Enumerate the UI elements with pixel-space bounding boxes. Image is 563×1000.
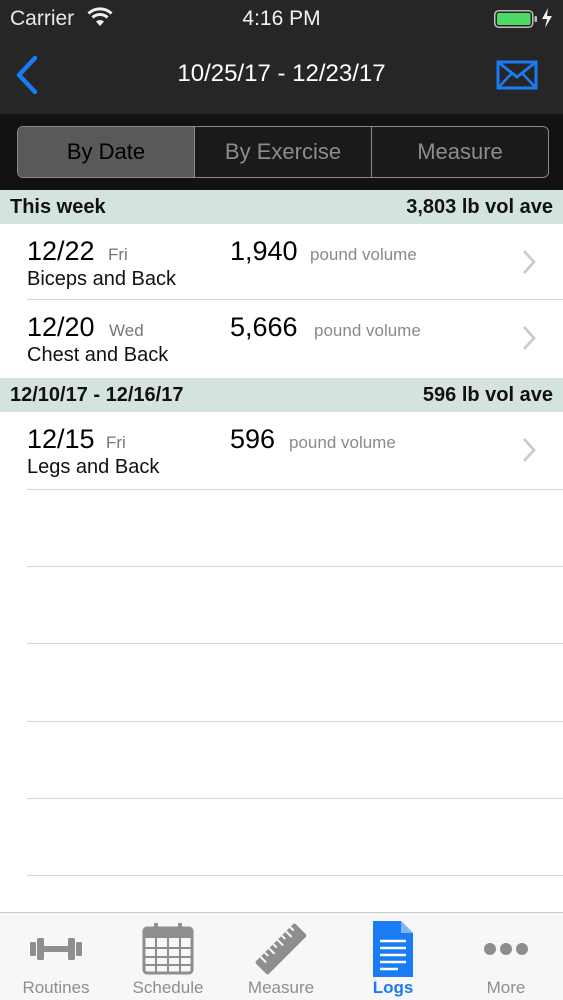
row-workout: Chest and Back: [27, 344, 169, 366]
more-icon: [484, 943, 528, 955]
log-row[interactable]: 12/15 Fri Legs and Back 596 pound volume: [0, 412, 563, 490]
tab-schedule[interactable]: Schedule: [112, 913, 224, 1000]
row-volume: 5,666: [230, 312, 298, 342]
envelope-icon[interactable]: [496, 60, 538, 90]
section-summary: 3,803 lb vol ave: [406, 196, 553, 218]
tab-label: Routines: [22, 978, 90, 997]
tab-label: More: [486, 978, 526, 997]
log-row[interactable]: 12/22 Fri Biceps and Back 1,940 pound vo…: [0, 224, 563, 302]
chevron-right-icon: [523, 326, 536, 350]
chevron-right-icon: [523, 250, 536, 274]
log-row[interactable]: 12/20 Wed Chest and Back 5,666 pound vol…: [0, 300, 563, 378]
row-divider: [27, 798, 563, 799]
section-title: This week: [10, 196, 106, 218]
row-divider: [27, 721, 563, 722]
segment-by-date[interactable]: By Date: [18, 127, 194, 177]
row-date: 12/22: [27, 236, 95, 266]
tab-bar: Routines Schedule Measure Logs More: [0, 912, 563, 1000]
segment-bar: By Date By Exercise Measure: [0, 114, 563, 190]
charging-bolt-icon: [542, 8, 552, 28]
row-divider: [27, 875, 563, 876]
row-day: Fri: [108, 245, 128, 264]
tab-logs[interactable]: Logs: [337, 913, 449, 1000]
view-segmented-control: By Date By Exercise Measure: [17, 126, 549, 178]
row-divider: [27, 489, 563, 490]
document-icon: [373, 921, 413, 977]
section-summary: 596 lb vol ave: [422, 384, 553, 406]
segment-by-exercise[interactable]: By Exercise: [194, 127, 371, 177]
clock: 4:16 PM: [242, 7, 321, 30]
dumbbell-icon: [30, 938, 82, 960]
row-divider: [27, 643, 563, 644]
row-workout: Biceps and Back: [27, 268, 176, 290]
row-divider: [27, 566, 563, 567]
row-volume: 596: [230, 424, 276, 454]
status-bar: Carrier 4:16 PM: [0, 0, 563, 36]
row-date: 12/15: [27, 424, 95, 454]
calendar-icon: [142, 923, 194, 975]
tab-label: Measure: [247, 978, 315, 997]
row-volume-unit: pound volume: [310, 245, 417, 264]
segment-measure[interactable]: Measure: [371, 127, 548, 177]
section-header-this-week: This week 3,803 lb vol ave: [0, 190, 563, 224]
tab-routines[interactable]: Routines: [0, 913, 112, 1000]
row-date: 12/20: [27, 312, 95, 342]
row-volume-unit: pound volume: [314, 321, 421, 340]
tab-measure[interactable]: Measure: [225, 913, 337, 1000]
row-volume-unit: pound volume: [289, 433, 396, 452]
section-title: 12/10/17 - 12/16/17: [10, 384, 184, 406]
chevron-right-icon: [523, 438, 536, 462]
tab-label: Schedule: [132, 978, 204, 997]
tab-more[interactable]: More: [450, 913, 562, 1000]
row-day: Wed: [109, 321, 144, 340]
battery-icon: [494, 10, 537, 28]
ruler-icon: [255, 923, 307, 975]
row-workout: Legs and Back: [27, 456, 160, 478]
date-range-title: 10/25/17 - 12/23/17: [177, 60, 386, 87]
section-header-week: 12/10/17 - 12/16/17 596 lb vol ave: [0, 378, 563, 412]
tab-label: Logs: [372, 978, 414, 997]
row-day: Fri: [106, 433, 126, 452]
row-volume: 1,940: [230, 236, 298, 266]
navigation-bar: 10/25/17 - 12/23/17: [0, 36, 563, 114]
